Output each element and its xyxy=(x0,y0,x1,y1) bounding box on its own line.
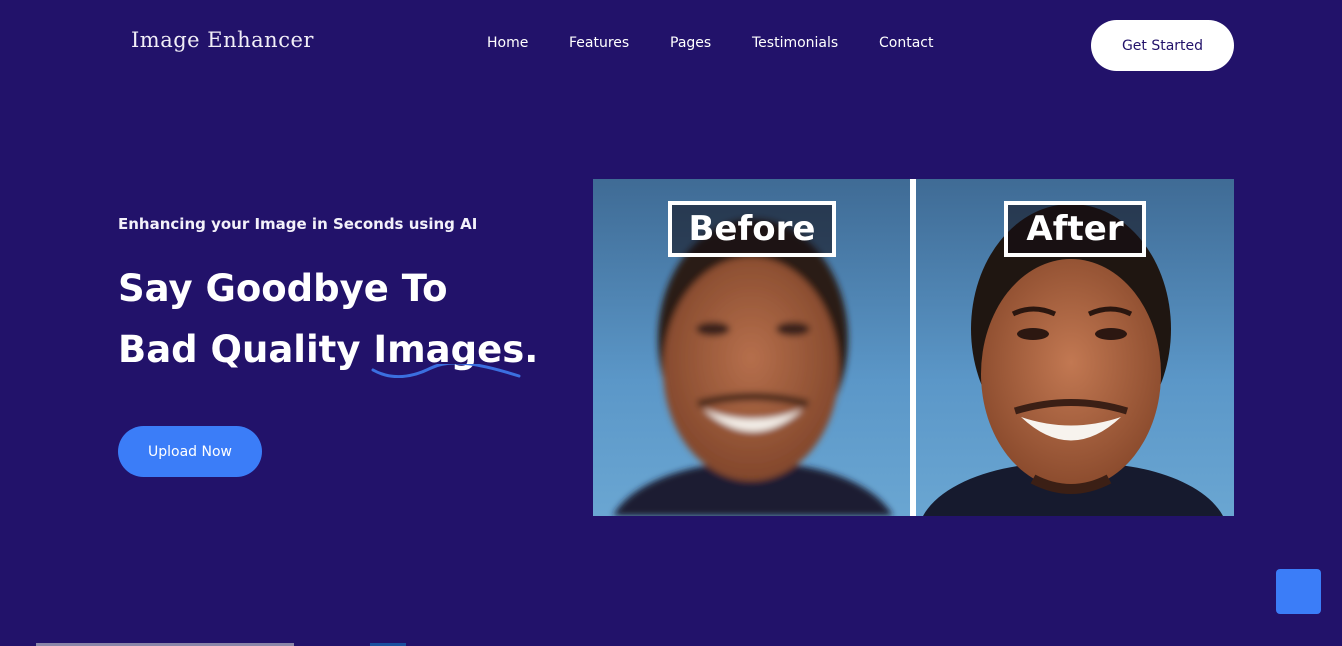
nav-testimonials[interactable]: Testimonials xyxy=(752,35,838,51)
hero-headline: Say Goodbye To Bad Quality Images. xyxy=(118,258,538,380)
nav-home[interactable]: Home xyxy=(487,35,528,51)
after-label: After xyxy=(1004,201,1146,257)
squiggle-underline-icon xyxy=(371,364,521,378)
headline-highlight: Images xyxy=(371,319,524,380)
before-label: Before xyxy=(668,201,836,257)
hero-eyebrow: Enhancing your Image in Seconds using AI xyxy=(118,215,478,233)
headline-line-2-suffix: . xyxy=(524,328,539,371)
headline-line-2-prefix: Bad Quality xyxy=(118,328,374,371)
nav-features[interactable]: Features xyxy=(569,35,629,51)
nav-pages[interactable]: Pages xyxy=(670,35,711,51)
before-after-image: Before After xyxy=(593,179,1234,516)
get-started-button[interactable]: Get Started xyxy=(1091,20,1234,71)
headline-line-2: Bad Quality Images. xyxy=(118,319,538,380)
headline-line-1: Say Goodbye To xyxy=(118,267,448,310)
nav-contact[interactable]: Contact xyxy=(879,35,933,51)
scroll-to-top-button[interactable] xyxy=(1276,569,1321,614)
upload-now-button[interactable]: Upload Now xyxy=(118,426,262,477)
